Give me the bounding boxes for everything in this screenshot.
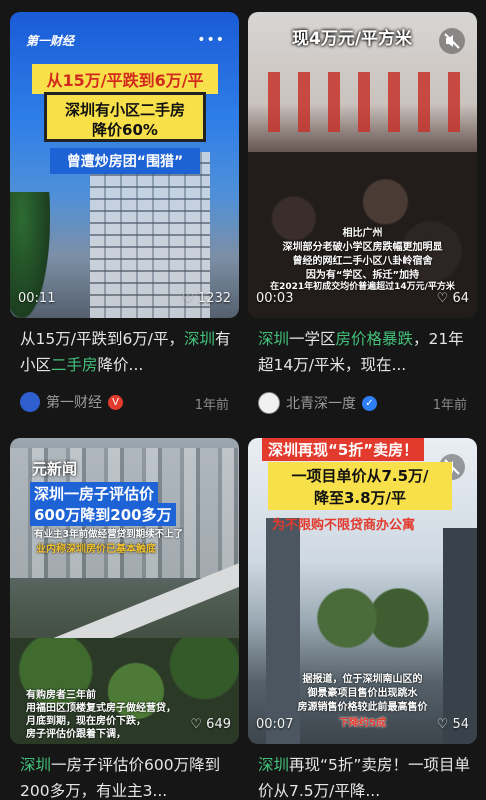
author-name: 北青深一度 bbox=[286, 396, 356, 412]
video-title[interactable]: 深圳一学区房价格暴跌，21年超14万/平米，现在... bbox=[258, 326, 472, 378]
like-count: ♡ 64 bbox=[437, 291, 469, 306]
like-count-value: 64 bbox=[452, 291, 469, 306]
publisher-logo: 第一财经 bbox=[26, 34, 75, 48]
mute-icon[interactable] bbox=[439, 28, 465, 54]
overlay-line-3: 曾经的网红二手小区八卦岭宿舍 bbox=[292, 256, 433, 267]
video-duration: 00:07 bbox=[256, 717, 294, 732]
author-avatar bbox=[20, 392, 40, 412]
overlay-box: 深圳有小区二手房 降价60% bbox=[44, 92, 206, 142]
red-banners bbox=[268, 72, 468, 132]
overlay-headline-2: 600万降到200多万 bbox=[30, 503, 176, 526]
author[interactable]: 第一财经 V bbox=[20, 392, 123, 412]
video-title[interactable]: 从15万/平跌到6万/平，深圳有小区二手房降价... bbox=[20, 326, 234, 378]
title-text: 从15万/平跌到6万/平， bbox=[20, 330, 185, 348]
video-thumbnail[interactable]: 深圳再现“5折”卖房！ 一项目单价从7.5万/ 降至3.8万/平 为不限购不限贷… bbox=[248, 438, 477, 744]
title-keyword[interactable]: 房价格暴跌 bbox=[336, 330, 414, 348]
video-card-1[interactable]: 第一财经 ••• 从15万/平跌到6万/平 深圳有小区二手房 降价60% 曾遭炒… bbox=[10, 12, 239, 422]
post-time: 1年前 bbox=[432, 398, 467, 413]
overlay-top-text: 现4万元/平方米 bbox=[292, 29, 413, 49]
publisher-logo: 元新闻 bbox=[32, 460, 78, 478]
heart-icon: ♡ bbox=[436, 717, 449, 732]
verified-badge-icon: ✓ bbox=[362, 395, 377, 411]
video-card-4[interactable]: 深圳再现“5折”卖房！ 一项目单价从7.5万/ 降至3.8万/平 为不限购不限贷… bbox=[248, 438, 477, 800]
overlay-headline-2: 深圳有小区二手房 bbox=[64, 101, 185, 119]
heart-icon: ♡ bbox=[436, 291, 449, 306]
like-count: ♡ 649 bbox=[190, 717, 231, 732]
video-card-2[interactable]: 现4万元/平方米 相比广州 深圳部分老破小学区房跌幅更加明显 曾经的网红二手小区… bbox=[248, 12, 477, 422]
overlay-headline-1: 从15万/平跌到6万/平 bbox=[32, 64, 218, 94]
author[interactable]: 北青深一度 ✓ bbox=[258, 392, 377, 414]
overlay-headline-3: 降价60% bbox=[92, 121, 158, 139]
overlay-sub-3: 房源销售价格较此前最高售价 bbox=[297, 702, 428, 713]
overlay-headline-3: 有业主3年前做经营贷到期续不上了 bbox=[34, 529, 184, 540]
title-keyword[interactable]: 深圳 bbox=[184, 330, 215, 348]
overlay-headline-3: 为不限购不限贷商办公寓 bbox=[272, 518, 416, 533]
post-time: 1年前 bbox=[194, 398, 229, 413]
video-duration: 00:03 bbox=[256, 291, 294, 306]
overlay-headline-2: 降至3.8万/平 bbox=[313, 489, 407, 507]
verified-badge-icon: V bbox=[108, 394, 123, 410]
heart-icon: ♡ bbox=[190, 717, 203, 732]
title-keyword[interactable]: 深圳 bbox=[20, 756, 51, 774]
overlay-sub-1: 据报道，位于深圳南山区的 bbox=[302, 674, 423, 685]
video-thumbnail[interactable]: 现4万元/平方米 相比广州 深圳部分老破小学区房跌幅更加明显 曾经的网红二手小区… bbox=[248, 12, 477, 318]
overlay-sub-2: 御景豪项目售价出现跳水 bbox=[307, 688, 418, 699]
like-count: ♡ 54 bbox=[437, 717, 469, 732]
trees bbox=[308, 588, 438, 648]
title-keyword[interactable]: 深圳 bbox=[258, 330, 289, 348]
video-thumbnail[interactable]: 元新闻 深圳一房子评估价 600万降到200多万 有业主3年前做经营贷到期续不上… bbox=[10, 438, 239, 744]
video-title[interactable]: 深圳一房子评估价600万降到200多万，有业主3... bbox=[20, 752, 234, 800]
overlay-headline-1: 深圳一房子评估价 bbox=[30, 482, 159, 505]
title-keyword[interactable]: 二手房 bbox=[51, 356, 98, 374]
title-text: 一房子评估价600万降到200多万，有业主3... bbox=[20, 756, 221, 800]
video-title[interactable]: 深圳再现“5折”卖房！一项目单价从7.5万/平降... bbox=[258, 752, 472, 800]
overlay-line-2: 深圳部分老破小学区房跌幅更加明显 bbox=[282, 242, 443, 253]
like-count: ♡ 1232 bbox=[182, 291, 231, 306]
video-duration: 00:11 bbox=[18, 291, 56, 306]
heart-icon: ♡ bbox=[182, 291, 194, 306]
title-keyword[interactable]: 深圳 bbox=[258, 756, 289, 774]
overlay-headline-4: 曾遭炒房团“围猎” bbox=[50, 148, 200, 174]
title-text: 降价... bbox=[97, 356, 144, 374]
overlay-sub-4: 房子评估价跟着下调， bbox=[26, 729, 126, 740]
author-name: 第一财经 bbox=[46, 395, 102, 411]
overlay-banner: 深圳再现“5折”卖房！ bbox=[262, 438, 425, 461]
overlay-line-1: 相比广州 bbox=[342, 228, 383, 239]
like-count-value: 54 bbox=[452, 717, 469, 732]
title-text: 再现“5折”卖房！一项目单价从7.5万/平降... bbox=[258, 756, 470, 800]
overlay-headline-1: 一项目单价从7.5万/ bbox=[291, 467, 429, 485]
video-thumbnail[interactable]: 第一财经 ••• 从15万/平跌到6万/平 深圳有小区二手房 降价60% 曾遭炒… bbox=[10, 12, 239, 318]
video-card-3[interactable]: 元新闻 深圳一房子评估价 600万降到200多万 有业主3年前做经营贷到期续不上… bbox=[10, 438, 239, 800]
title-text: 一学区 bbox=[289, 330, 336, 348]
more-icon[interactable]: ••• bbox=[197, 32, 225, 48]
overlay-headline-4: 业内称深圳房价已基本触底 bbox=[36, 544, 156, 555]
like-count-value: 649 bbox=[206, 717, 231, 732]
author-avatar bbox=[258, 392, 280, 414]
overlay-box: 一项目单价从7.5万/ 降至3.8万/平 bbox=[268, 462, 452, 510]
like-count-value: 1232 bbox=[197, 291, 231, 306]
